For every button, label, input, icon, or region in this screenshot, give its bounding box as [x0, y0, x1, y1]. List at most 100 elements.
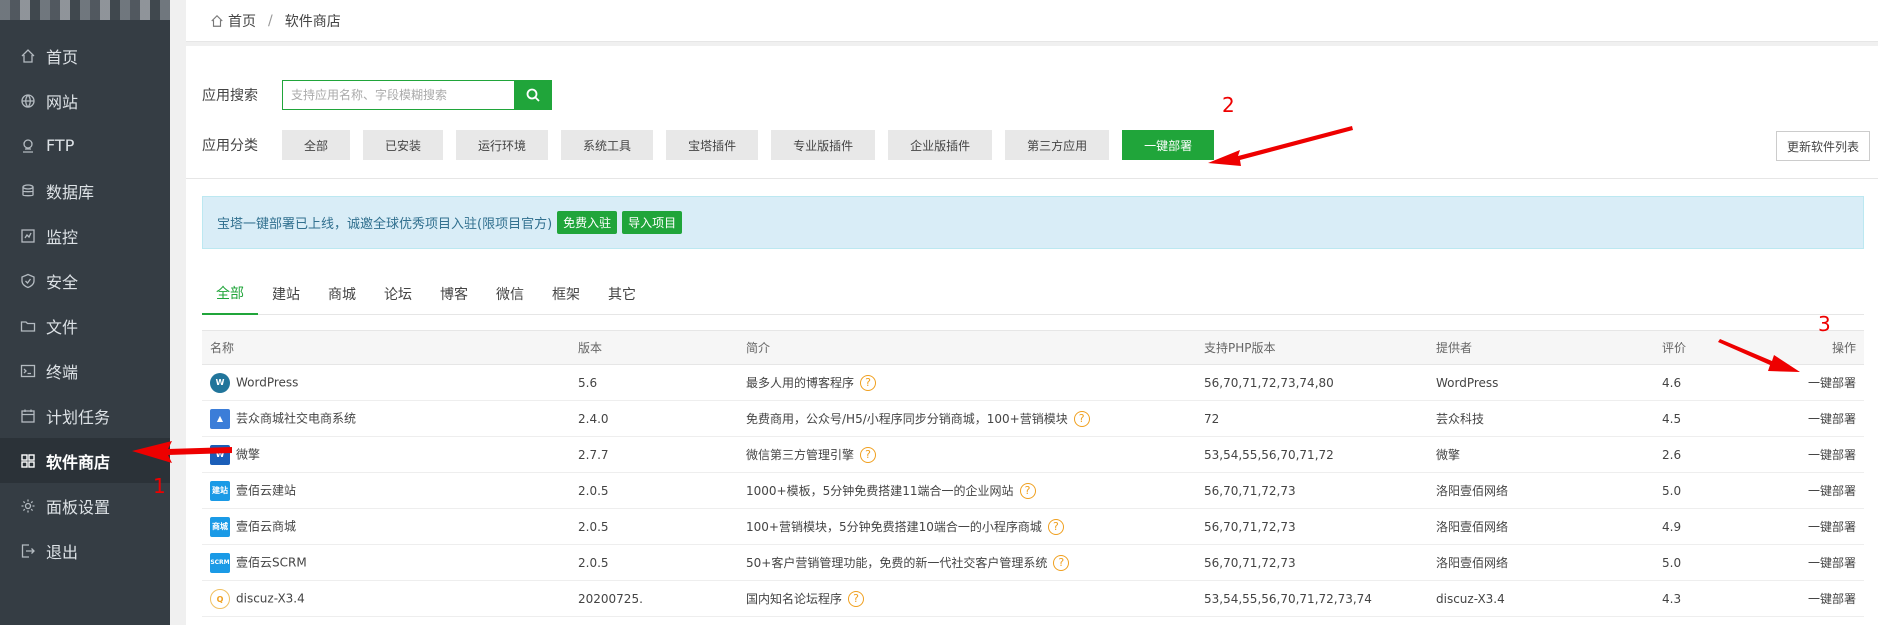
annotation-number-1: 1	[153, 474, 166, 498]
breadcrumb-home-link[interactable]: 首页	[228, 11, 256, 31]
app-version: 2.0.5	[570, 472, 738, 509]
gear-icon	[20, 498, 36, 514]
app-name-cell: 建站 壹佰云建站	[202, 472, 570, 509]
tab-framework[interactable]: 框架	[538, 272, 594, 315]
one-click-deploy-button[interactable]: 一键部署	[1764, 436, 1864, 473]
ftp-icon	[20, 138, 36, 154]
sidebar-item-home[interactable]: 首页	[0, 33, 170, 78]
app-desc: 100+营销模块，5分钟免费搭建10端合一的小程序商城	[746, 519, 1042, 534]
column-header-desc: 简介	[738, 330, 1196, 365]
tab-all[interactable]: 全部	[202, 272, 258, 315]
sidebar-item-logout[interactable]: 退出	[0, 528, 170, 573]
tab-other[interactable]: 其它	[594, 272, 650, 315]
mall-logo-icon: 商城	[210, 516, 230, 537]
one-click-deploy-button[interactable]: 一键部署	[1764, 364, 1864, 401]
category-one-click-deploy-button[interactable]: 一键部署	[1122, 130, 1215, 160]
sidebar-item-database[interactable]: 数据库	[0, 168, 170, 213]
table-row: ▲ 芸众商城社交电商系统 2.4.0 免费商用，公众号/H5/小程序同步分销商城，…	[202, 400, 1864, 437]
category-enterprise-plugins-button[interactable]: 企业版插件	[888, 130, 993, 160]
app-name-cell: 商城 壹佰云商城	[202, 508, 570, 545]
sidebar-item-software-store[interactable]: 软件商店	[0, 438, 170, 483]
sidebar-item-terminal[interactable]: 终端	[0, 348, 170, 393]
sidebar-item-website[interactable]: 网站	[0, 78, 170, 123]
app-provider-link[interactable]: 微擎	[1428, 436, 1654, 473]
category-installed-button[interactable]: 已安装	[363, 130, 444, 160]
app-php: 53,54,55,56,70,71,72,73,74	[1196, 580, 1428, 617]
category-bt-plugins-button[interactable]: 宝塔插件	[666, 130, 759, 160]
app-name: 芸众商城社交电商系统	[236, 411, 357, 425]
search-row: 应用搜索	[202, 80, 552, 110]
app-provider-link[interactable]: 洛阳壹佰网络	[1428, 544, 1654, 581]
app-desc: 50+客户营销管理功能，免费的新一代社交客户管理系统	[746, 555, 1048, 570]
app-name: 壹佰云SCRM	[236, 555, 307, 569]
tab-blog[interactable]: 博客	[426, 272, 482, 315]
sidebar-item-monitor[interactable]: 监控	[0, 213, 170, 258]
app-provider-link[interactable]: 洛阳壹佰网络	[1428, 508, 1654, 545]
app-name-cell: ▲ 芸众商城社交电商系统	[202, 400, 570, 437]
app-desc-cell: 50+客户营销管理功能，免费的新一代社交客户管理系统?	[738, 544, 1196, 581]
tab-mall[interactable]: 商城	[314, 272, 370, 315]
category-third-party-button[interactable]: 第三方应用	[1005, 130, 1110, 160]
calendar-icon	[20, 408, 36, 424]
annotation-number-2: 2	[1222, 93, 1235, 117]
one-click-deploy-button[interactable]: 一键部署	[1764, 472, 1864, 509]
shield-icon	[20, 273, 36, 289]
one-click-deploy-button[interactable]: 一键部署	[1764, 544, 1864, 581]
help-icon[interactable]: ?	[860, 375, 877, 392]
site-builder-logo-icon: 建站	[210, 480, 230, 501]
sidebar-item-ftp[interactable]: FTP	[0, 123, 170, 168]
free-join-button[interactable]: 免费入驻	[557, 211, 618, 234]
sidebar-item-label: 监控	[46, 227, 79, 247]
app-desc-cell: 免费商用，公众号/H5/小程序同步分销商城，100+营销模块?	[738, 400, 1196, 437]
monitor-icon	[20, 228, 36, 244]
category-pro-plugins-button[interactable]: 专业版插件	[771, 130, 876, 160]
import-project-button[interactable]: 导入项目	[622, 211, 683, 234]
category-label: 应用分类	[202, 138, 258, 154]
tab-wechat[interactable]: 微信	[482, 272, 538, 315]
app-rating: 5.0	[1654, 544, 1764, 581]
app-desc: 国内知名论坛程序	[746, 591, 843, 606]
help-icon[interactable]: ?	[1053, 555, 1070, 572]
app-provider-link[interactable]: WordPress	[1428, 364, 1654, 401]
app-version: 2.7.7	[570, 436, 738, 473]
sidebar-item-label: 面板设置	[46, 497, 111, 517]
app-provider-link[interactable]: 芸众科技	[1428, 400, 1654, 437]
one-click-deploy-button[interactable]: 一键部署	[1764, 400, 1864, 437]
help-icon[interactable]: ?	[1019, 483, 1036, 500]
one-click-deploy-button[interactable]: 一键部署	[1764, 580, 1864, 617]
column-header-rating: 评价	[1654, 330, 1764, 365]
tab-website[interactable]: 建站	[258, 272, 314, 315]
column-header-php: 支持PHP版本	[1196, 330, 1428, 365]
type-tabs: 全部 建站 商城 论坛 博客 微信 框架 其它	[202, 272, 1864, 315]
app-php: 56,70,71,72,73	[1196, 472, 1428, 509]
help-icon[interactable]: ?	[848, 591, 865, 608]
app-provider-link[interactable]: 洛阳壹佰网络	[1428, 472, 1654, 509]
search-label: 应用搜索	[202, 88, 258, 104]
column-header-version: 版本	[570, 330, 738, 365]
annotation-number-3: 3	[1818, 312, 1831, 336]
sidebar-item-settings[interactable]: 面板设置	[0, 483, 170, 528]
home-icon	[211, 14, 223, 27]
app-desc-cell: 1000+模板，5分钟免费搭建11端合一的企业网站?	[738, 472, 1196, 509]
help-icon[interactable]: ?	[860, 447, 877, 464]
category-runtime-button[interactable]: 运行环境	[456, 130, 549, 160]
search-button[interactable]	[514, 80, 552, 110]
sidebar-item-security[interactable]: 安全	[0, 258, 170, 303]
app-desc-cell: 国内知名论坛程序?	[738, 580, 1196, 617]
sidebar-item-cron[interactable]: 计划任务	[0, 393, 170, 438]
tab-forum[interactable]: 论坛	[370, 272, 426, 315]
app-php: 56,70,71,72,73,74,80	[1196, 364, 1428, 401]
one-click-deploy-button[interactable]: 一键部署	[1764, 508, 1864, 545]
sidebar-item-label: 文件	[46, 317, 79, 337]
category-all-button[interactable]: 全部	[282, 130, 351, 160]
table-row: Qdiscuz-X3.4 20200725. 国内知名论坛程序? 53,54,5…	[202, 580, 1864, 617]
search-input[interactable]	[282, 80, 514, 110]
help-icon[interactable]: ?	[1047, 519, 1064, 536]
refresh-software-list-button[interactable]: 更新软件列表	[1775, 131, 1870, 161]
category-system-tools-button[interactable]: 系统工具	[561, 130, 654, 160]
app-php: 56,70,71,72,73	[1196, 544, 1428, 581]
help-icon[interactable]: ?	[1073, 411, 1090, 428]
sidebar-item-files[interactable]: 文件	[0, 303, 170, 348]
app-desc-cell: 100+营销模块，5分钟免费搭建10端合一的小程序商城?	[738, 508, 1196, 545]
app-provider-link[interactable]: discuz-X3.4	[1428, 580, 1654, 617]
